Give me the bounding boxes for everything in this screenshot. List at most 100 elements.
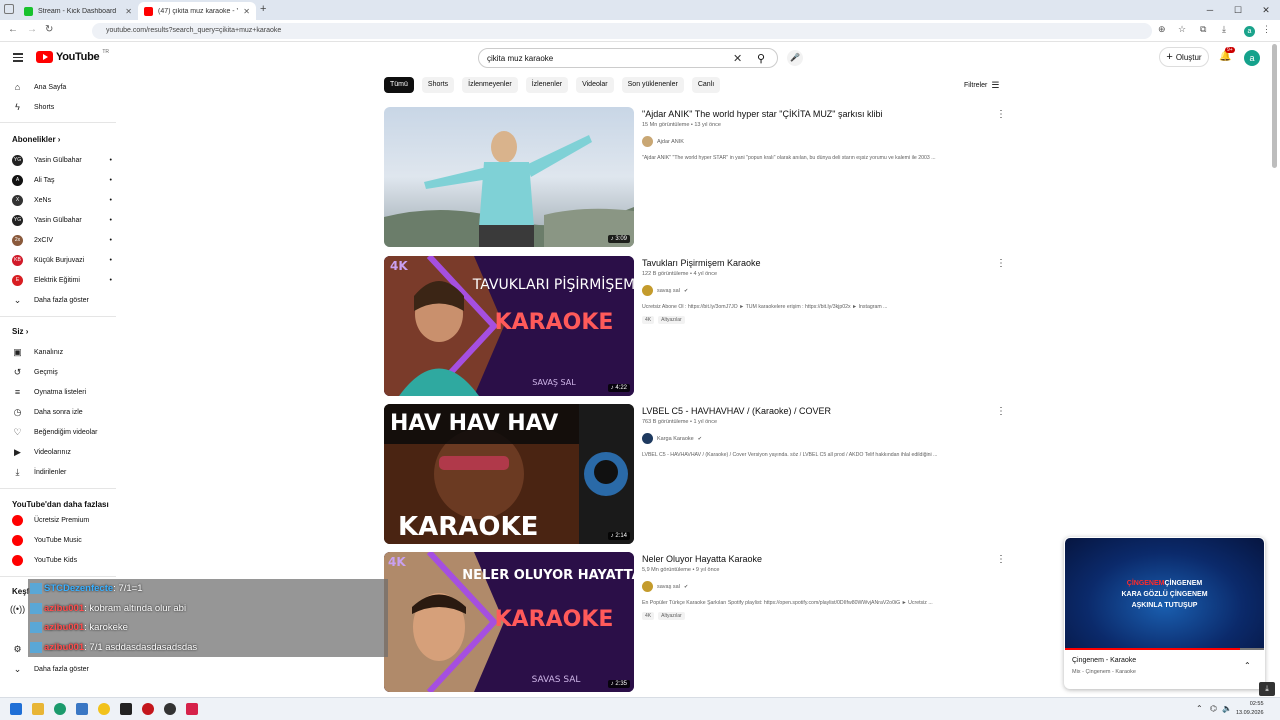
channel-name[interactable]: savaş sal bbox=[657, 584, 680, 590]
avatar[interactable]: a bbox=[1244, 50, 1260, 66]
video-thumbnail[interactable]: ♪ 3:09 bbox=[384, 107, 634, 247]
channel-name[interactable]: Ajdar ANIK bbox=[657, 139, 684, 145]
sidebar-item-channel[interactable]: ▣ Kanalınız bbox=[12, 342, 112, 362]
sidebar-item-home[interactable]: ⌂ Ana Sayfa bbox=[12, 77, 112, 97]
channel-row[interactable]: savaş sal ✔ bbox=[642, 285, 992, 296]
video-title[interactable]: "Ajdar ANIK" The world hyper star "ÇİKİT… bbox=[642, 109, 992, 119]
sidebar-item-your-videos[interactable]: ▶ Videolarınız bbox=[12, 442, 112, 462]
video-title[interactable]: Neler Oluyor Hayatta Karaoke bbox=[642, 554, 992, 564]
youtube-logo[interactable]: YouTube TR bbox=[36, 49, 109, 63]
chrome-icon[interactable] bbox=[98, 703, 110, 715]
reload-icon[interactable]: ↻ bbox=[45, 24, 53, 35]
sidebar-item-downloads[interactable]: ⤓ İndirilenler bbox=[12, 462, 112, 482]
sidebar-item-playlists[interactable]: ≡ Oynatma listeleri bbox=[12, 382, 112, 402]
tray-chevron-icon[interactable]: ⌃ bbox=[1196, 704, 1203, 713]
minimize-icon[interactable]: ─ bbox=[1196, 0, 1224, 20]
mini-player-progress[interactable] bbox=[1065, 648, 1264, 650]
more-options-icon[interactable]: ⋮ bbox=[996, 406, 1006, 417]
search-box[interactable]: çikita muz karaoke ✕ ⚲ bbox=[478, 48, 778, 68]
app-icon[interactable] bbox=[186, 703, 198, 715]
download-arrow-icon[interactable]: ⤓ bbox=[1259, 682, 1275, 696]
browser-tab-kick[interactable]: Stream - Kick Dashboard ✕ bbox=[18, 2, 138, 20]
mini-player-title[interactable]: Çingenem - Karaoke bbox=[1072, 657, 1136, 664]
channel-row[interactable]: savaş sal ✔ bbox=[642, 581, 992, 592]
video-result[interactable]: NELER OLUYOR HAYATTA KARAOKE SAVAS SAL 4… bbox=[384, 552, 1006, 692]
filters-button[interactable]: Filtreler ☰ bbox=[964, 80, 999, 91]
sidebar-item-subscription[interactable]: X XeNs • bbox=[12, 190, 112, 210]
obs-icon[interactable] bbox=[164, 703, 176, 715]
sidebar-item-subscription[interactable]: A Ali Taş • bbox=[12, 170, 112, 190]
page-scrollbar[interactable] bbox=[1272, 44, 1277, 168]
mini-player-video[interactable]: ÇİNGENEMÇİNGENEM KARA GÖZLÜ ÇİNGENEM AŞK… bbox=[1065, 538, 1264, 650]
store-icon[interactable] bbox=[76, 703, 88, 715]
close-tab-icon[interactable]: ✕ bbox=[243, 7, 250, 16]
video-thumbnail[interactable]: NELER OLUYOR HAYATTA KARAOKE SAVAS SAL 4… bbox=[384, 552, 634, 692]
download-icon[interactable]: ⤓ bbox=[1222, 24, 1226, 35]
you-heading[interactable]: Siz › bbox=[12, 327, 28, 336]
video-title[interactable]: Tavukları Pişirmişem Karaoke bbox=[642, 258, 992, 268]
sidebar-show-more[interactable]: ⌄ Daha fazla göster bbox=[12, 290, 112, 310]
search-icon[interactable]: ⚲ bbox=[757, 52, 765, 65]
channel-name[interactable]: Karga Karaoke bbox=[657, 436, 694, 442]
menu-icon[interactable] bbox=[13, 53, 23, 64]
browser-menu-icon[interactable]: ⋮ bbox=[1262, 24, 1271, 35]
clock[interactable]: 02:55 13.09.2026 bbox=[1236, 700, 1264, 718]
expand-chevron-icon[interactable]: ⌃ bbox=[1244, 661, 1251, 670]
sidebar-item-kids[interactable]: YouTube Kids bbox=[12, 550, 112, 570]
sidebar-item-subscription[interactable]: KB Küçük Burjuvazi • bbox=[12, 250, 112, 270]
subscriptions-heading[interactable]: Abonelikler › bbox=[12, 135, 60, 144]
chip-recent[interactable]: Son yüklenenler bbox=[621, 77, 684, 93]
zoom-icon[interactable]: ⊕ bbox=[1158, 24, 1166, 35]
video-thumbnail[interactable]: TAVUKLARI PİŞİRMİŞEM KARAOKE SAVAŞ SAL 4… bbox=[384, 256, 634, 396]
tab-search-icon[interactable] bbox=[4, 4, 14, 14]
extensions-icon[interactable]: ⧉ bbox=[1200, 24, 1206, 35]
sidebar-item-subscription[interactable]: E Elektrik Eğitimi • bbox=[12, 270, 112, 290]
sidebar-item-music[interactable]: YouTube Music bbox=[12, 530, 112, 550]
new-tab-icon[interactable]: + bbox=[260, 3, 266, 15]
video-result[interactable]: ♪ 3:09 "Ajdar ANIK" The world hyper star… bbox=[384, 107, 1006, 247]
back-icon[interactable]: ← bbox=[8, 24, 18, 35]
sidebar-item-subscription[interactable]: 2x 2xCIV • bbox=[12, 230, 112, 250]
app-icon[interactable] bbox=[120, 703, 132, 715]
channel-row[interactable]: Karga Karaoke ✔ bbox=[642, 433, 992, 444]
sidebar-item-subscription[interactable]: YG Yasin Gülbahar • bbox=[12, 210, 112, 230]
channel-name[interactable]: savaş sal bbox=[657, 288, 680, 294]
clear-search-icon[interactable]: ✕ bbox=[733, 52, 742, 65]
app-icon[interactable] bbox=[142, 703, 154, 715]
more-options-icon[interactable]: ⋮ bbox=[996, 258, 1006, 269]
address-bar[interactable]: youtube.com/results?search_query=çikita+… bbox=[92, 23, 1152, 39]
channel-row[interactable]: Ajdar ANIK bbox=[642, 136, 992, 147]
volume-icon[interactable]: 🔈 bbox=[1222, 704, 1232, 713]
forward-icon[interactable]: → bbox=[27, 24, 37, 35]
chip-videos[interactable]: Videolar bbox=[576, 77, 614, 93]
chip-shorts[interactable]: Shorts bbox=[421, 77, 455, 93]
voice-search-icon[interactable]: 🎤 bbox=[787, 50, 803, 66]
more-options-icon[interactable]: ⋮ bbox=[996, 554, 1006, 565]
edge-icon[interactable] bbox=[54, 703, 66, 715]
video-result[interactable]: HAV HAV HAV KARAOKE ♪ 2:14 LVBEL C5 - HA… bbox=[384, 404, 1006, 544]
close-window-icon[interactable]: ✕ bbox=[1252, 0, 1280, 20]
start-icon[interactable] bbox=[10, 703, 22, 715]
more-options-icon[interactable]: ⋮ bbox=[996, 109, 1006, 120]
sidebar-item-liked[interactable]: ♡ Beğendiğim videolar bbox=[12, 422, 112, 442]
video-title[interactable]: LVBEL C5 - HAVHAVHAV / (Karaoke) / COVER bbox=[642, 406, 992, 416]
browser-profile-avatar[interactable]: a bbox=[1244, 26, 1255, 37]
maximize-icon[interactable]: ☐ bbox=[1224, 0, 1252, 20]
chip-live[interactable]: Canlı bbox=[691, 77, 721, 93]
chip-watched[interactable]: İzlenenler bbox=[525, 77, 569, 93]
sidebar-item-history[interactable]: ↺ Geçmiş bbox=[12, 362, 112, 382]
video-thumbnail[interactable]: HAV HAV HAV KARAOKE ♪ 2:14 bbox=[384, 404, 634, 544]
network-icon[interactable]: ⌬ bbox=[1210, 704, 1217, 713]
sidebar-item-subscription[interactable]: YG Yasin Gülbahar • bbox=[12, 150, 112, 170]
video-result[interactable]: TAVUKLARI PİŞİRMİŞEM KARAOKE SAVAŞ SAL 4… bbox=[384, 256, 1006, 396]
close-tab-icon[interactable]: ✕ bbox=[125, 7, 132, 16]
sidebar-item-watch-later[interactable]: ◷ Daha sonra izle bbox=[12, 402, 112, 422]
sidebar-item-premium[interactable]: Ücretsiz Premium bbox=[12, 510, 112, 530]
chip-all[interactable]: Tümü bbox=[384, 77, 414, 93]
create-button[interactable]: + Oluştur bbox=[1159, 47, 1209, 67]
search-input[interactable]: çikita muz karaoke bbox=[487, 54, 553, 63]
chip-unwatched[interactable]: İzlenmeyenler bbox=[462, 77, 518, 93]
notifications-icon[interactable]: 🔔 9+ bbox=[1219, 47, 1235, 62]
sidebar-item-shorts[interactable]: ϟ Shorts bbox=[12, 97, 112, 117]
sidebar-bottom-show-more[interactable]: ⌄ Daha fazla göster bbox=[12, 659, 112, 679]
